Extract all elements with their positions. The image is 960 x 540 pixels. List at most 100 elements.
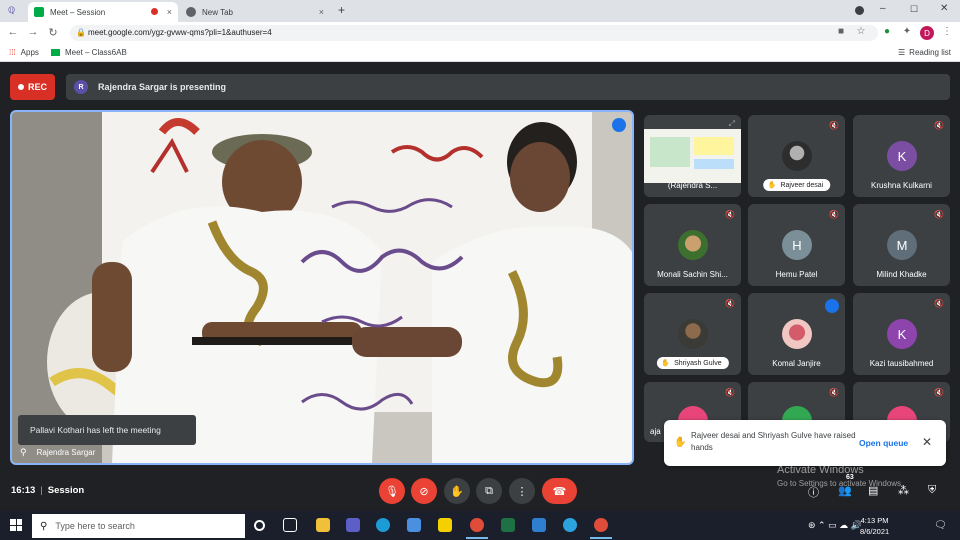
extension-icon[interactable]: ● [880, 26, 894, 37]
excel-icon[interactable] [501, 518, 515, 532]
minimize-button[interactable]: – [880, 3, 886, 14]
raised-hand-badge: ✋ Shriyash Gulve [656, 357, 729, 369]
participant-tile[interactable]: ⤢ (Rajendra S... [644, 115, 741, 197]
main-video[interactable]: Pallavi Kothari has left the meeting ⚲ R… [10, 110, 634, 465]
taskbar-clock[interactable]: 4:13 PM 8/6/2021 [860, 515, 889, 537]
chrome-icon[interactable] [466, 518, 488, 539]
more-options-button[interactable]: ⋮ [509, 478, 535, 504]
windows-taskbar: ⚲ Type here to search ⊛ ⌃ ▭ ☁ 🔊 4:13 PM … [0, 511, 960, 540]
search-icon[interactable]: ℚ [8, 5, 15, 16]
avatar: H [782, 230, 812, 260]
mic-muted-icon: 🔇 [934, 299, 944, 308]
edge-icon[interactable] [376, 518, 390, 532]
mic-muted-icon: 🔇 [934, 121, 944, 130]
tab-meet-session[interactable]: Meet – Session × [28, 2, 178, 22]
participant-tile[interactable]: 🔇 Monali Sachin Shi... [644, 204, 741, 286]
puzzle-icon[interactable]: ✦ [900, 26, 914, 37]
close-tab-icon[interactable]: × [319, 7, 324, 17]
mail-icon[interactable] [532, 518, 546, 532]
recording-dot-icon [151, 8, 158, 15]
participant-tile[interactable]: 🔇 ✋ Rajveer desai [748, 115, 845, 197]
camera-icon[interactable]: ■ [834, 26, 848, 37]
recording-badge[interactable]: REC [10, 74, 55, 100]
participant-photo [782, 141, 812, 171]
raise-hand-button[interactable]: ✋ [444, 478, 470, 504]
host-controls-icon[interactable]: ⛨ [928, 484, 936, 497]
close-tab-icon[interactable]: × [167, 7, 172, 17]
participant-photo [678, 319, 708, 349]
meeting-info: 16:13 | Session [11, 485, 85, 496]
record-dot-icon [17, 84, 24, 90]
participant-tile[interactable]: 🔇 K Krushna Kulkarni [853, 115, 950, 197]
meet-icon [51, 49, 60, 56]
forward-button[interactable]: → [26, 26, 40, 38]
participant-photo [782, 319, 812, 349]
tab-new-tab[interactable]: New Tab × [180, 2, 330, 22]
telegram-icon[interactable] [563, 518, 577, 532]
back-button[interactable]: ← [6, 26, 20, 38]
camera-off-button[interactable]: ⊘ [411, 478, 437, 504]
taskbar-search-input[interactable]: ⚲ Type here to search [32, 514, 245, 538]
more-options-icon[interactable]: ⤢ [729, 119, 735, 129]
avatar: M [887, 230, 917, 260]
task-view-icon[interactable] [283, 518, 297, 532]
teams-icon[interactable] [346, 518, 360, 532]
menu-icon[interactable]: ⋮ [940, 26, 954, 37]
file-explorer-icon[interactable] [316, 518, 330, 532]
windows-start-icon[interactable] [10, 519, 22, 531]
media-control-icon[interactable] [855, 6, 864, 15]
close-icon[interactable]: ✕ [922, 435, 932, 449]
media-player-icon[interactable] [438, 518, 452, 532]
open-queue-button[interactable]: Open queue [859, 438, 908, 448]
participant-tile[interactable]: 🔇 H Hemu Patel [748, 204, 845, 286]
leave-call-button[interactable]: ☎ [542, 478, 577, 504]
participant-tile[interactable]: 🔇 M Milind Khadke [853, 204, 950, 286]
rec-label: REC [27, 82, 47, 92]
search-placeholder: Type here to search [55, 521, 135, 531]
present-button[interactable]: ⧉ [476, 478, 502, 504]
activities-icon[interactable]: ⁂ [898, 484, 909, 497]
raised-hands-notification: ✋ Rajveer desai and Shriyash Gulve have … [664, 420, 946, 466]
chrome-profile-icon[interactable] [590, 518, 612, 539]
participant-tile[interactable]: 🔇 ✋ Shriyash Gulve [644, 293, 741, 375]
mic-muted-icon: 🔇 [829, 388, 839, 397]
presenting-banner: R Rajendra Sargar is presenting [66, 74, 950, 100]
chat-icon[interactable]: ▤ [868, 484, 878, 497]
maximize-button[interactable]: ☐ [910, 4, 918, 15]
mic-off-button[interactable]: 🎙 [379, 478, 405, 504]
tab-label: New Tab [202, 7, 233, 17]
cortana-icon[interactable] [254, 520, 265, 531]
bookmark-apps[interactable]: ⁞⁞⁞ Apps [9, 48, 39, 57]
participant-tile[interactable]: Komal Janjire [748, 293, 845, 375]
reading-list[interactable]: ☰ Reading list [898, 48, 951, 57]
notification-icon[interactable]: 🗨 [934, 520, 947, 531]
profile-avatar[interactable]: D [920, 26, 934, 40]
mic-muted-icon: 🔇 [725, 388, 735, 397]
video-frame-image [12, 112, 632, 463]
participant-name: Krushna Kulkarni [871, 181, 932, 190]
raised-hand-badge: ✋ Rajveer desai [762, 179, 831, 191]
presenting-text: Rajendra Sargar is presenting [98, 82, 227, 92]
raised-hand-icon: ✋ [767, 182, 777, 189]
participant-left-toast: Pallavi Kothari has left the meeting [18, 415, 196, 445]
raised-hand-icon: ✋ [674, 437, 687, 448]
pin-icon[interactable]: ⚲ [20, 447, 27, 458]
people-icon[interactable]: 👥 [838, 484, 852, 497]
participant-tile[interactable]: 🔇 K Kazi tausibahmed [853, 293, 950, 375]
address-bar[interactable]: 🔒 meet.google.com/ygz-gvww-qms?pli=1&aut… [70, 25, 878, 41]
reload-button[interactable]: ↻ [46, 26, 60, 39]
new-tab-button[interactable]: + [338, 3, 345, 17]
main-video-name-text: Rajendra Sargar [36, 448, 96, 457]
info-icon[interactable]: ⓘ [808, 484, 819, 500]
presenter-avatar: R [74, 80, 88, 94]
mic-muted-icon: 🔇 [829, 121, 839, 130]
chrome-icon [186, 7, 196, 17]
bookmark-star-icon[interactable]: ☆ [854, 26, 868, 37]
avatar: K [887, 319, 917, 349]
system-tray[interactable]: ⊛ ⌃ ▭ ☁ 🔊 [808, 520, 862, 531]
store-icon[interactable] [407, 518, 421, 532]
participant-name: Rajveer desai [780, 181, 824, 189]
bookmark-meet-class[interactable]: Meet – Class6AB [51, 48, 127, 57]
close-window-button[interactable]: ✕ [940, 3, 948, 14]
apps-grid-icon: ⁞⁞⁞ [9, 48, 16, 57]
